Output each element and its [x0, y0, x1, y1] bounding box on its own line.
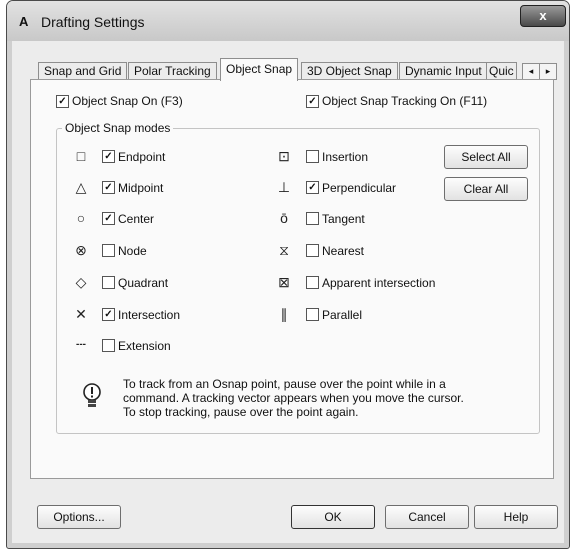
extension-label: Extension — [118, 339, 171, 353]
close-button[interactable]: x — [520, 5, 566, 27]
tangent-icon: ō — [280, 210, 288, 226]
center-checkbox[interactable]: ✓ — [102, 212, 115, 225]
tracking-hint: To track from an Osnap point, pause over… — [123, 377, 503, 419]
select-all-button[interactable]: Select All — [444, 145, 528, 169]
extension-icon: --- — [76, 339, 86, 350]
lightbulb-icon — [83, 383, 101, 407]
tab-scroll-left-button[interactable]: ◂ — [522, 63, 540, 80]
quadrant-checkbox[interactable] — [102, 276, 115, 289]
intersection-checkbox[interactable]: ✓ — [102, 308, 115, 321]
quadrant-label: Quadrant — [118, 276, 169, 290]
midpoint-checkbox[interactable]: ✓ — [102, 181, 115, 194]
square-icon: □ — [76, 148, 86, 164]
object-snap-modes-title: Object Snap modes — [62, 121, 174, 135]
tab-scroll-right-button[interactable]: ▸ — [539, 63, 557, 80]
chevron-left-icon: ◂ — [528, 66, 534, 76]
help-button[interactable]: Help — [474, 505, 558, 529]
tab-polar-tracking[interactable]: Polar Tracking — [128, 62, 217, 80]
object-snap-on-checkbox[interactable]: ✓ — [56, 95, 69, 108]
perpendicular-label: Perpendicular — [322, 181, 397, 195]
cancel-button[interactable]: Cancel — [385, 505, 469, 529]
tab-quick-properties[interactable]: Quic — [486, 62, 517, 80]
extension-checkbox[interactable] — [102, 339, 115, 352]
title-bar[interactable]: A Drafting Settings x — [7, 1, 569, 41]
perpendicular-checkbox[interactable]: ✓ — [306, 181, 319, 194]
cross-icon: ✕ — [75, 306, 87, 322]
apparent-intersection-label: Apparent intersection — [322, 276, 436, 290]
insertion-label: Insertion — [322, 150, 369, 164]
center-label: Center — [118, 212, 155, 226]
tab-dynamic-input[interactable]: Dynamic Input — [399, 62, 488, 80]
insertion-icon: ⊡ — [278, 148, 290, 164]
options-button[interactable]: Options... — [37, 505, 121, 529]
object-snap-tracking-label: Object Snap Tracking On (F11) — [322, 94, 488, 108]
chevron-right-icon: ▸ — [545, 66, 551, 76]
app-icon: A — [19, 14, 29, 29]
perpendicular-icon: ⊥ — [277, 179, 291, 195]
endpoint-label: Endpoint — [118, 150, 166, 164]
node-icon: ⊗ — [75, 242, 87, 258]
intersection-label: Intersection — [118, 308, 181, 322]
apparent-intersection-icon: ⊠ — [278, 274, 290, 290]
object-snap-tracking-checkbox[interactable]: ✓ — [306, 95, 319, 108]
nearest-checkbox[interactable] — [306, 244, 319, 257]
clear-all-button[interactable]: Clear All — [444, 177, 528, 201]
tab-object-snap[interactable]: Object Snap — [220, 58, 299, 81]
tracking-hint-line-3: To stop tracking, pause over the point a… — [123, 405, 359, 419]
tangent-label: Tangent — [322, 212, 365, 226]
endpoint-checkbox[interactable]: ✓ — [102, 150, 115, 163]
circle-icon: ○ — [76, 210, 86, 226]
tab-3d-object-snap[interactable]: 3D Object Snap — [301, 62, 398, 80]
triangle-icon: △ — [75, 179, 87, 195]
node-checkbox[interactable] — [102, 244, 115, 257]
diamond-icon: ◇ — [75, 274, 87, 290]
tracking-hint-line-1: To track from an Osnap point, pause over… — [123, 377, 446, 391]
parallel-checkbox[interactable] — [306, 308, 319, 321]
nearest-label: Nearest — [322, 244, 365, 258]
ok-button[interactable]: OK — [291, 505, 375, 529]
parallel-label: Parallel — [322, 308, 363, 322]
tab-snap-and-grid[interactable]: Snap and Grid — [38, 62, 128, 80]
midpoint-label: Midpoint — [118, 181, 164, 195]
parallel-icon: ∥ — [280, 306, 288, 322]
tangent-checkbox[interactable] — [306, 212, 319, 225]
node-label: Node — [118, 244, 147, 258]
insertion-checkbox[interactable] — [306, 150, 319, 163]
window-title: Drafting Settings — [41, 14, 145, 30]
apparent-intersection-checkbox[interactable] — [306, 276, 319, 289]
hourglass-icon: ⧖ — [279, 242, 289, 258]
object-snap-on-label: Object Snap On (F3) — [72, 94, 183, 108]
tracking-hint-line-2: command. A tracking vector appears when … — [123, 391, 464, 405]
